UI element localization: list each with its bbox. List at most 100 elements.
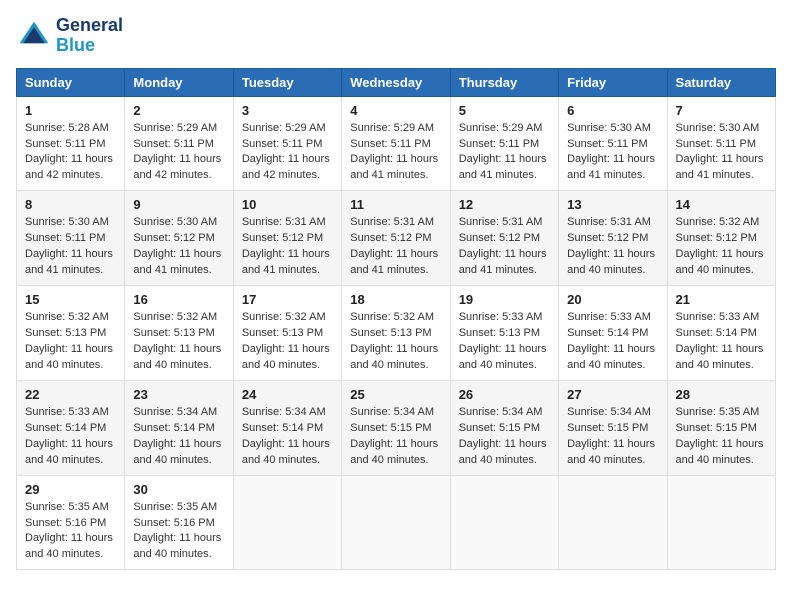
calendar-day: 14 Sunrise: 5:32 AMSunset: 5:12 PMDaylig… <box>667 191 775 286</box>
day-info: Sunrise: 5:31 AMSunset: 5:12 PMDaylight:… <box>567 216 655 276</box>
weekday-header-sunday: Sunday <box>17 68 125 96</box>
calendar-day: 12 Sunrise: 5:31 AMSunset: 5:12 PMDaylig… <box>450 191 558 286</box>
day-number: 27 <box>567 387 658 402</box>
calendar-day: 25 Sunrise: 5:34 AMSunset: 5:15 PMDaylig… <box>342 380 450 475</box>
day-number: 10 <box>242 197 333 212</box>
day-number: 17 <box>242 292 333 307</box>
day-info: Sunrise: 5:34 AMSunset: 5:15 PMDaylight:… <box>459 406 547 466</box>
weekday-header-thursday: Thursday <box>450 68 558 96</box>
day-info: Sunrise: 5:28 AMSunset: 5:11 PMDaylight:… <box>25 122 113 182</box>
day-number: 24 <box>242 387 333 402</box>
calendar-day: 8 Sunrise: 5:30 AMSunset: 5:11 PMDayligh… <box>17 191 125 286</box>
day-info: Sunrise: 5:34 AMSunset: 5:15 PMDaylight:… <box>350 406 438 466</box>
calendar-day: 11 Sunrise: 5:31 AMSunset: 5:12 PMDaylig… <box>342 191 450 286</box>
day-info: Sunrise: 5:33 AMSunset: 5:14 PMDaylight:… <box>25 406 113 466</box>
weekday-header-wednesday: Wednesday <box>342 68 450 96</box>
calendar-day <box>559 475 667 570</box>
day-number: 1 <box>25 103 116 118</box>
calendar-day: 9 Sunrise: 5:30 AMSunset: 5:12 PMDayligh… <box>125 191 233 286</box>
day-info: Sunrise: 5:31 AMSunset: 5:12 PMDaylight:… <box>350 216 438 276</box>
calendar-day: 21 Sunrise: 5:33 AMSunset: 5:14 PMDaylig… <box>667 286 775 381</box>
day-info: Sunrise: 5:31 AMSunset: 5:12 PMDaylight:… <box>242 216 330 276</box>
day-number: 11 <box>350 197 441 212</box>
calendar-week-4: 22 Sunrise: 5:33 AMSunset: 5:14 PMDaylig… <box>17 380 776 475</box>
calendar-day <box>233 475 341 570</box>
day-info: Sunrise: 5:30 AMSunset: 5:11 PMDaylight:… <box>676 122 764 182</box>
logo-icon <box>16 18 52 54</box>
day-number: 2 <box>133 103 224 118</box>
calendar-week-5: 29 Sunrise: 5:35 AMSunset: 5:16 PMDaylig… <box>17 475 776 570</box>
day-number: 19 <box>459 292 550 307</box>
calendar-week-3: 15 Sunrise: 5:32 AMSunset: 5:13 PMDaylig… <box>17 286 776 381</box>
calendar-day <box>450 475 558 570</box>
day-info: Sunrise: 5:32 AMSunset: 5:13 PMDaylight:… <box>350 311 438 371</box>
calendar-day: 28 Sunrise: 5:35 AMSunset: 5:15 PMDaylig… <box>667 380 775 475</box>
day-number: 23 <box>133 387 224 402</box>
calendar-day: 23 Sunrise: 5:34 AMSunset: 5:14 PMDaylig… <box>125 380 233 475</box>
day-info: Sunrise: 5:32 AMSunset: 5:12 PMDaylight:… <box>676 216 764 276</box>
day-info: Sunrise: 5:31 AMSunset: 5:12 PMDaylight:… <box>459 216 547 276</box>
day-info: Sunrise: 5:34 AMSunset: 5:14 PMDaylight:… <box>242 406 330 466</box>
calendar-week-1: 1 Sunrise: 5:28 AMSunset: 5:11 PMDayligh… <box>17 96 776 191</box>
calendar-day: 20 Sunrise: 5:33 AMSunset: 5:14 PMDaylig… <box>559 286 667 381</box>
calendar-day: 24 Sunrise: 5:34 AMSunset: 5:14 PMDaylig… <box>233 380 341 475</box>
day-number: 22 <box>25 387 116 402</box>
weekday-header-monday: Monday <box>125 68 233 96</box>
calendar-day: 17 Sunrise: 5:32 AMSunset: 5:13 PMDaylig… <box>233 286 341 381</box>
page-header: General Blue <box>16 16 776 56</box>
calendar-day <box>667 475 775 570</box>
day-info: Sunrise: 5:35 AMSunset: 5:16 PMDaylight:… <box>25 501 113 561</box>
day-info: Sunrise: 5:29 AMSunset: 5:11 PMDaylight:… <box>459 122 547 182</box>
day-number: 25 <box>350 387 441 402</box>
weekday-header-tuesday: Tuesday <box>233 68 341 96</box>
day-info: Sunrise: 5:29 AMSunset: 5:11 PMDaylight:… <box>242 122 330 182</box>
day-number: 3 <box>242 103 333 118</box>
calendar-day: 15 Sunrise: 5:32 AMSunset: 5:13 PMDaylig… <box>17 286 125 381</box>
day-number: 18 <box>350 292 441 307</box>
day-number: 16 <box>133 292 224 307</box>
weekday-header-friday: Friday <box>559 68 667 96</box>
calendar-day: 13 Sunrise: 5:31 AMSunset: 5:12 PMDaylig… <box>559 191 667 286</box>
day-number: 7 <box>676 103 767 118</box>
calendar-day: 18 Sunrise: 5:32 AMSunset: 5:13 PMDaylig… <box>342 286 450 381</box>
day-number: 13 <box>567 197 658 212</box>
day-info: Sunrise: 5:35 AMSunset: 5:15 PMDaylight:… <box>676 406 764 466</box>
day-number: 28 <box>676 387 767 402</box>
day-number: 26 <box>459 387 550 402</box>
day-info: Sunrise: 5:30 AMSunset: 5:11 PMDaylight:… <box>25 216 113 276</box>
day-number: 4 <box>350 103 441 118</box>
logo-text: General Blue <box>56 16 123 56</box>
weekday-header-saturday: Saturday <box>667 68 775 96</box>
day-number: 5 <box>459 103 550 118</box>
calendar-day: 10 Sunrise: 5:31 AMSunset: 5:12 PMDaylig… <box>233 191 341 286</box>
day-number: 8 <box>25 197 116 212</box>
calendar-day: 22 Sunrise: 5:33 AMSunset: 5:14 PMDaylig… <box>17 380 125 475</box>
calendar-day: 3 Sunrise: 5:29 AMSunset: 5:11 PMDayligh… <box>233 96 341 191</box>
calendar-day: 7 Sunrise: 5:30 AMSunset: 5:11 PMDayligh… <box>667 96 775 191</box>
calendar-day: 6 Sunrise: 5:30 AMSunset: 5:11 PMDayligh… <box>559 96 667 191</box>
day-info: Sunrise: 5:33 AMSunset: 5:13 PMDaylight:… <box>459 311 547 371</box>
day-number: 20 <box>567 292 658 307</box>
calendar-table: SundayMondayTuesdayWednesdayThursdayFrid… <box>16 68 776 571</box>
calendar-day: 2 Sunrise: 5:29 AMSunset: 5:11 PMDayligh… <box>125 96 233 191</box>
day-info: Sunrise: 5:33 AMSunset: 5:14 PMDaylight:… <box>676 311 764 371</box>
day-number: 9 <box>133 197 224 212</box>
day-number: 30 <box>133 482 224 497</box>
calendar-day: 4 Sunrise: 5:29 AMSunset: 5:11 PMDayligh… <box>342 96 450 191</box>
calendar-header: SundayMondayTuesdayWednesdayThursdayFrid… <box>17 68 776 96</box>
calendar-day: 27 Sunrise: 5:34 AMSunset: 5:15 PMDaylig… <box>559 380 667 475</box>
day-number: 6 <box>567 103 658 118</box>
calendar-day: 29 Sunrise: 5:35 AMSunset: 5:16 PMDaylig… <box>17 475 125 570</box>
logo: General Blue <box>16 16 123 56</box>
calendar-day: 30 Sunrise: 5:35 AMSunset: 5:16 PMDaylig… <box>125 475 233 570</box>
day-number: 12 <box>459 197 550 212</box>
calendar-day: 16 Sunrise: 5:32 AMSunset: 5:13 PMDaylig… <box>125 286 233 381</box>
day-info: Sunrise: 5:32 AMSunset: 5:13 PMDaylight:… <box>25 311 113 371</box>
calendar-body: 1 Sunrise: 5:28 AMSunset: 5:11 PMDayligh… <box>17 96 776 570</box>
day-number: 14 <box>676 197 767 212</box>
weekday-header-row: SundayMondayTuesdayWednesdayThursdayFrid… <box>17 68 776 96</box>
calendar-day: 5 Sunrise: 5:29 AMSunset: 5:11 PMDayligh… <box>450 96 558 191</box>
day-number: 15 <box>25 292 116 307</box>
day-info: Sunrise: 5:32 AMSunset: 5:13 PMDaylight:… <box>242 311 330 371</box>
day-info: Sunrise: 5:32 AMSunset: 5:13 PMDaylight:… <box>133 311 221 371</box>
